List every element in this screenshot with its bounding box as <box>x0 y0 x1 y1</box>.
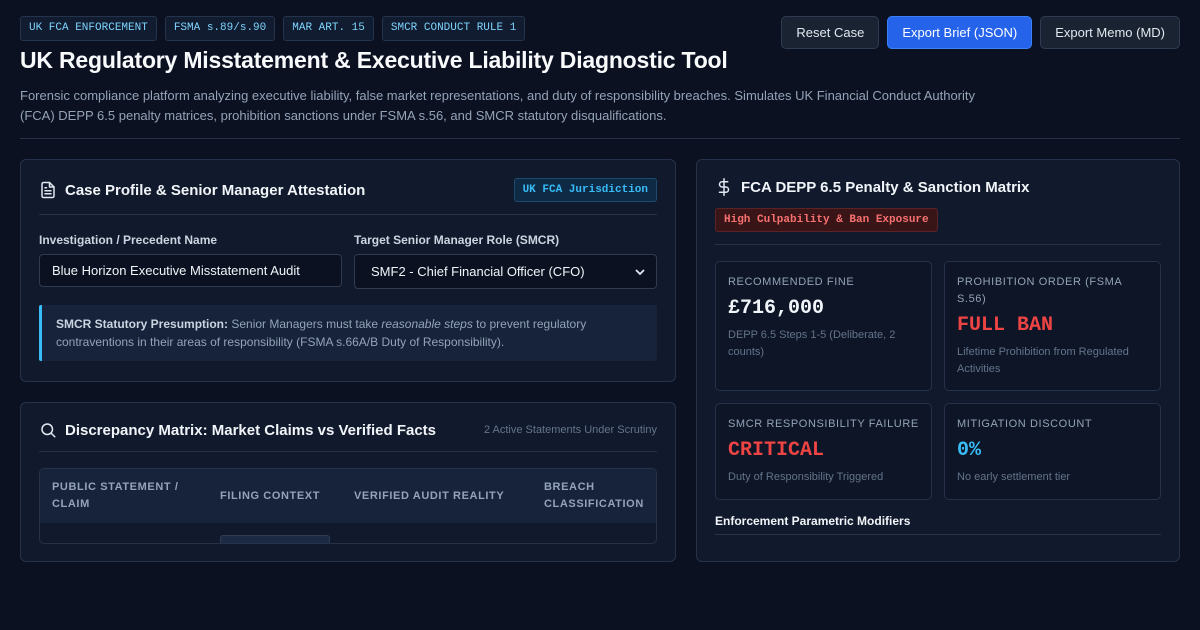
metric-note: Duty of Responsibility Triggered <box>728 471 884 483</box>
discrepancy-title: Discrepancy Matrix: Market Claims vs Ver… <box>65 421 437 439</box>
metric-note: No early settlement tier <box>957 471 1071 483</box>
risk-badge: High Culpability & Ban Exposure <box>715 208 938 232</box>
metric-label: MITIGATION DISCOUNT <box>957 418 1093 430</box>
tag-fca-enforcement: UK FCA ENFORCEMENT <box>20 16 157 41</box>
discrepancy-table: PUBLIC STATEMENT / CLAIM FILING CONTEXT … <box>39 468 657 544</box>
callout-emphasis: reasonable steps <box>381 317 473 331</box>
metric-recommended-fine: RECOMMENDED FINE £716,000 DEPP 6.5 Steps… <box>715 261 932 391</box>
card-divider <box>39 451 657 452</box>
metric-note: Lifetime Prohibition from Regulated Acti… <box>957 346 1129 375</box>
column-header-breach: BREACH CLASSIFICATION <box>544 481 644 510</box>
document-icon <box>39 181 57 199</box>
modifiers-divider <box>715 534 1161 535</box>
penalty-metrics: RECOMMENDED FINE £716,000 DEPP 6.5 Steps… <box>715 261 1161 500</box>
metric-value: 0% <box>957 439 982 462</box>
tag-fsma: FSMA s.89/s.90 <box>164 16 276 41</box>
smcr-role-select[interactable]: SMF2 - Chief Financial Officer (CFO) <box>354 254 657 289</box>
metric-note: DEPP 6.5 Steps 1-5 (Deliberate, 2 counts… <box>728 329 896 358</box>
filing-context-chip <box>220 535 330 543</box>
header-divider <box>20 138 1180 139</box>
export-json-button[interactable]: Export Brief (JSON) <box>887 16 1033 49</box>
metric-label: PROHIBITION ORDER (FSMA S.56) <box>957 276 1122 305</box>
table-header: PUBLIC STATEMENT / CLAIM FILING CONTEXT … <box>40 469 656 523</box>
discrepancy-card: Discrepancy Matrix: Market Claims vs Ver… <box>20 402 676 562</box>
role-label: Target Senior Manager Role (SMCR) <box>354 233 560 247</box>
case-profile-title: Case Profile & Senior Manager Attestatio… <box>65 181 366 199</box>
investigation-label: Investigation / Precedent Name <box>39 233 218 247</box>
card-divider <box>39 214 657 215</box>
metric-prohibition-order: PROHIBITION ORDER (FSMA S.56) FULL BAN L… <box>944 261 1161 391</box>
reset-case-button[interactable]: Reset Case <box>781 16 880 49</box>
metric-label: RECOMMENDED FINE <box>728 276 855 288</box>
metric-label: SMCR RESPONSIBILITY FAILURE <box>728 418 919 430</box>
investigation-name-input[interactable] <box>39 254 342 287</box>
callout-lead: SMCR Statutory Presumption: <box>56 317 229 331</box>
card-divider <box>715 244 1161 245</box>
smcr-presumption-callout: SMCR Statutory Presumption: Senior Manag… <box>39 305 657 361</box>
column-header-reality: VERIFIED AUDIT REALITY <box>354 489 505 502</box>
table-row <box>40 523 656 543</box>
metric-value: CRITICAL <box>728 439 825 462</box>
modifiers-title: Enforcement Parametric Modifiers <box>715 514 911 528</box>
metric-value: FULL BAN <box>957 314 1054 337</box>
metric-value: £716,000 <box>728 297 825 320</box>
penalty-title: FCA DEPP 6.5 Penalty & Sanction Matrix <box>741 178 1030 196</box>
column-header-claim: PUBLIC STATEMENT / CLAIM <box>52 481 179 510</box>
jurisdiction-badge: UK FCA Jurisdiction <box>513 178 657 202</box>
dollar-icon <box>715 178 733 196</box>
search-icon <box>39 421 57 439</box>
tag-mar: MAR ART. 15 <box>283 16 374 41</box>
page-subtitle: Forensic compliance platform analyzing e… <box>20 88 975 123</box>
case-profile-card: Case Profile & Senior Manager Attestatio… <box>20 159 676 382</box>
export-md-button[interactable]: Export Memo (MD) <box>1040 16 1180 49</box>
active-statements-count: 2 Active Statements Under Scrutiny <box>483 424 657 436</box>
chevron-down-icon <box>634 266 646 278</box>
smcr-role-value: SMF2 - Chief Financial Officer (CFO) <box>371 264 585 279</box>
column-header-context: FILING CONTEXT <box>220 489 321 502</box>
tag-smcr: SMCR CONDUCT RULE 1 <box>381 16 526 41</box>
header-actions: Reset Case Export Brief (JSON) Export Me… <box>781 16 1180 49</box>
metric-mitigation-discount: MITIGATION DISCOUNT 0% No early settleme… <box>944 403 1161 500</box>
metric-smcr-failure: SMCR RESPONSIBILITY FAILURE CRITICAL Dut… <box>715 403 932 500</box>
penalty-card: FCA DEPP 6.5 Penalty & Sanction Matrix H… <box>696 159 1180 562</box>
page-header: UK FCA ENFORCEMENT FSMA s.89/s.90 MAR AR… <box>20 16 1180 126</box>
callout-text-before: Senior Managers must take <box>228 317 382 331</box>
page-title: UK Regulatory Misstatement & Executive L… <box>20 47 728 73</box>
